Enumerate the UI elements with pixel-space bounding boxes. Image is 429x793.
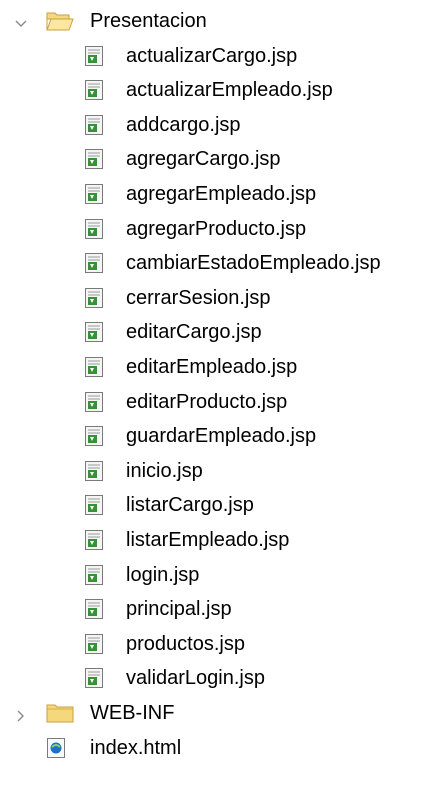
file-label: listarCargo.jsp: [126, 494, 254, 517]
file-label: cerrarSesion.jsp: [126, 286, 271, 309]
jsp-file-icon: [84, 598, 104, 620]
file-row[interactable]: cambiarEstadoEmpleado.jsp: [0, 246, 429, 280]
folder-label-presentacion: Presentacion: [90, 10, 207, 32]
file-label: inicio.jsp: [126, 459, 203, 482]
chevron-down-icon[interactable]: [14, 14, 28, 28]
file-label: actualizarCargo.jsp: [126, 44, 298, 67]
file-row[interactable]: principal.jsp: [0, 592, 429, 626]
file-row[interactable]: agregarCargo.jsp: [0, 142, 429, 176]
file-label: editarCargo.jsp: [126, 321, 262, 344]
file-row[interactable]: actualizarCargo.jsp: [0, 39, 429, 73]
file-row[interactable]: actualizarEmpleado.jsp: [0, 73, 429, 107]
file-label: agregarEmpleado.jsp: [126, 183, 317, 205]
file-row[interactable]: editarEmpleado.jsp: [0, 350, 429, 384]
file-label: guardarEmpleado.jsp: [126, 425, 317, 448]
file-row[interactable]: listarEmpleado.jsp: [0, 523, 429, 557]
folder-open-icon: [46, 11, 74, 31]
file-label: editarEmpleado.jsp: [126, 356, 298, 378]
file-row[interactable]: editarProducto.jsp: [0, 385, 429, 419]
jsp-file-icon: [84, 633, 104, 655]
file-row[interactable]: guardarEmpleado.jsp: [0, 419, 429, 453]
file-tree: Presentacion actualizarCargo.jsp actualiza…: [0, 0, 429, 793]
file-label: validarLogin.jsp: [126, 667, 265, 690]
file-label: cambiarEstadoEmpleado.jsp: [126, 252, 381, 275]
html-file-icon: [46, 737, 66, 759]
chevron-right-icon[interactable]: [14, 706, 28, 722]
jsp-file-icon: [84, 252, 104, 274]
jsp-file-icon: [84, 321, 104, 343]
file-label: productos.jsp: [126, 632, 245, 655]
file-label: addcargo.jsp: [126, 113, 241, 136]
jsp-file-icon: [84, 356, 104, 378]
jsp-file-icon: [84, 287, 104, 309]
file-label: actualizarEmpleado.jsp: [126, 79, 333, 102]
folder-label-web-inf: WEB-INF: [90, 702, 175, 724]
jsp-file-icon: [84, 564, 104, 586]
file-label-index-html: index.html: [90, 736, 182, 759]
file-label: editarProducto.jsp: [126, 390, 288, 413]
file-row[interactable]: addcargo.jsp: [0, 108, 429, 142]
file-label: principal.jsp: [126, 598, 232, 621]
file-label: agregarCargo.jsp: [126, 148, 281, 171]
file-label: login.jsp: [126, 563, 200, 586]
folder-row-presentacion[interactable]: Presentacion: [0, 4, 429, 38]
file-row[interactable]: cerrarSesion.jsp: [0, 281, 429, 315]
jsp-file-icon: [84, 494, 104, 516]
jsp-file-icon: [84, 79, 104, 101]
file-row-index-html[interactable]: index.html: [0, 731, 429, 765]
folder-icon: [46, 703, 74, 723]
jsp-file-icon: [84, 183, 104, 205]
file-row[interactable]: listarCargo.jsp: [0, 488, 429, 522]
file-row[interactable]: login.jsp: [0, 558, 429, 592]
file-row[interactable]: validarLogin.jsp: [0, 661, 429, 695]
file-label: agregarProducto.jsp: [126, 217, 307, 240]
jsp-file-icon: [84, 45, 104, 67]
file-row[interactable]: agregarProducto.jsp: [0, 212, 429, 246]
jsp-file-icon: [84, 667, 104, 689]
jsp-file-icon: [84, 114, 104, 136]
jsp-file-icon: [84, 529, 104, 551]
file-row[interactable]: editarCargo.jsp: [0, 315, 429, 349]
jsp-file-icon: [84, 391, 104, 413]
jsp-file-icon: [84, 425, 104, 447]
file-label: listarEmpleado.jsp: [126, 529, 290, 551]
file-row[interactable]: agregarEmpleado.jsp: [0, 177, 429, 211]
file-row[interactable]: inicio.jsp: [0, 454, 429, 488]
folder-row-web-inf[interactable]: WEB-INF: [0, 696, 429, 730]
file-row[interactable]: productos.jsp: [0, 627, 429, 661]
jsp-file-icon: [84, 218, 104, 240]
jsp-file-icon: [84, 460, 104, 482]
jsp-file-icon: [84, 148, 104, 170]
